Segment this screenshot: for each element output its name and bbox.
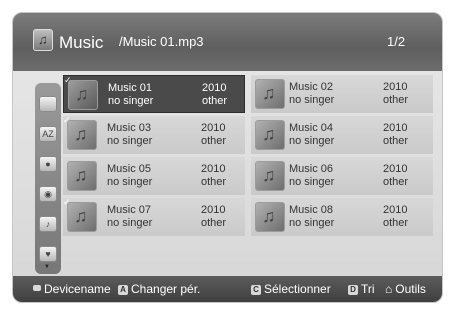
page-indicator: 1/2: [387, 34, 406, 49]
track-title: Music 04: [289, 122, 334, 134]
track-title: Music 07: [107, 204, 152, 216]
music-note-icon: ♫: [67, 161, 97, 191]
track-title: Music 06: [289, 163, 334, 175]
folder-icon[interactable]: [39, 96, 57, 112]
track-genre: other: [383, 135, 409, 147]
sort-az-icon[interactable]: AZ: [39, 126, 57, 142]
track-artist: no singer: [289, 135, 335, 147]
music-note-icon: ♫: [68, 80, 98, 110]
track-year: 2010: [201, 122, 226, 134]
change-device-button[interactable]: A Changer pér.: [118, 282, 200, 296]
track-year: 2010: [383, 163, 408, 175]
track-genre: other: [201, 176, 227, 188]
change-label: Changer pér.: [131, 282, 201, 296]
track-artist: no singer: [289, 176, 335, 188]
track-genre: other: [383, 176, 409, 188]
track-year: 2010: [201, 163, 226, 175]
track-title: Music 01: [108, 82, 153, 94]
select-button[interactable]: C Sélectionner: [251, 282, 331, 296]
track-title: Music 08: [289, 204, 334, 216]
music-note-icon: ♫: [67, 202, 97, 232]
checkmark-icon: ✓: [63, 115, 71, 125]
select-label: Sélectionner: [264, 282, 331, 296]
track-artist: no singer: [107, 176, 153, 188]
track-tile[interactable]: ♫ Music 02 2010 no singer other: [251, 75, 433, 113]
track-artist: no singer: [108, 95, 154, 107]
tools-label: Outils: [395, 282, 426, 296]
track-artist: no singer: [289, 217, 335, 229]
track-tile[interactable]: ♫ Music 06 2010 no singer other: [251, 157, 433, 195]
a-key-icon: A: [118, 285, 128, 295]
checkmark-icon: ✓: [64, 75, 72, 85]
track-year: 2010: [202, 82, 227, 94]
d-key-icon: D: [348, 285, 358, 295]
music-folder-icon: ♫: [33, 29, 53, 51]
music-note-icon: ♫: [255, 161, 285, 191]
device-icon: [33, 285, 41, 291]
track-year: 2010: [383, 204, 408, 216]
c-key-icon: C: [251, 285, 261, 295]
person-icon[interactable]: ●: [39, 156, 57, 172]
track-grid: ♫ ✓ Music 01 2010 no singer other ♫ Musi…: [63, 75, 437, 237]
music-note-icon: ♫: [255, 202, 285, 232]
music-note-icon: ♫: [255, 120, 285, 150]
track-genre: other: [383, 94, 409, 106]
heart-icon[interactable]: ♥: [39, 246, 57, 262]
guitar-icon[interactable]: ♪: [39, 216, 57, 232]
scroll-down-icon[interactable]: ▼: [44, 264, 50, 270]
track-year: 2010: [201, 204, 226, 216]
tools-button[interactable]: ⌂ Outils: [385, 282, 426, 296]
device-label: Devicename: [44, 282, 111, 296]
track-title: Music 05: [107, 163, 152, 175]
track-year: 2010: [383, 81, 408, 93]
track-genre: other: [202, 95, 228, 107]
music-note-icon: ♫: [67, 120, 97, 150]
sort-sidebar: AZ ● ◉ ♪ ♥ ▼: [35, 83, 61, 274]
track-artist: no singer: [107, 217, 153, 229]
track-tile[interactable]: ♫ Music 08 2010 no singer other: [251, 198, 433, 236]
track-artist: no singer: [289, 94, 335, 106]
page-title: Music: [59, 33, 104, 52]
track-genre: other: [201, 217, 227, 229]
track-genre: other: [201, 135, 227, 147]
track-tile[interactable]: ♫ Music 04 2010 no singer other: [251, 116, 433, 154]
header-bar: ♫ Music /Music 01.mp3 1/2: [13, 13, 442, 71]
media-screen: ♫ Music /Music 01.mp3 1/2 AZ ● ◉ ♪ ♥ ▼ ♫…: [12, 12, 443, 303]
tools-icon: ⌂: [385, 282, 393, 296]
bottom-bar: Devicename A Changer pér. C Sélectionner D…: [13, 276, 442, 302]
track-title: Music 03: [107, 122, 152, 134]
sort-label: Tri: [361, 282, 375, 296]
track-tile[interactable]: ♫ ✓ Music 07 2010 no singer other: [63, 198, 245, 236]
music-note-icon: ♫: [255, 79, 285, 109]
track-tile[interactable]: ♫ ✓ Music 01 2010 no singer other: [63, 75, 245, 113]
checkmark-icon: ✓: [63, 197, 71, 207]
disc-icon[interactable]: ◉: [39, 186, 57, 202]
sort-button[interactable]: D Tri: [348, 282, 375, 296]
track-genre: other: [383, 217, 409, 229]
current-path: /Music 01.mp3: [119, 34, 204, 49]
track-artist: no singer: [107, 135, 153, 147]
track-tile[interactable]: ♫ ✓ Music 03 2010 no singer other: [63, 116, 245, 154]
track-title: Music 02: [289, 81, 334, 93]
track-year: 2010: [383, 122, 408, 134]
device-item[interactable]: Devicename: [33, 282, 111, 296]
track-tile[interactable]: ♫ Music 05 2010 no singer other: [63, 157, 245, 195]
